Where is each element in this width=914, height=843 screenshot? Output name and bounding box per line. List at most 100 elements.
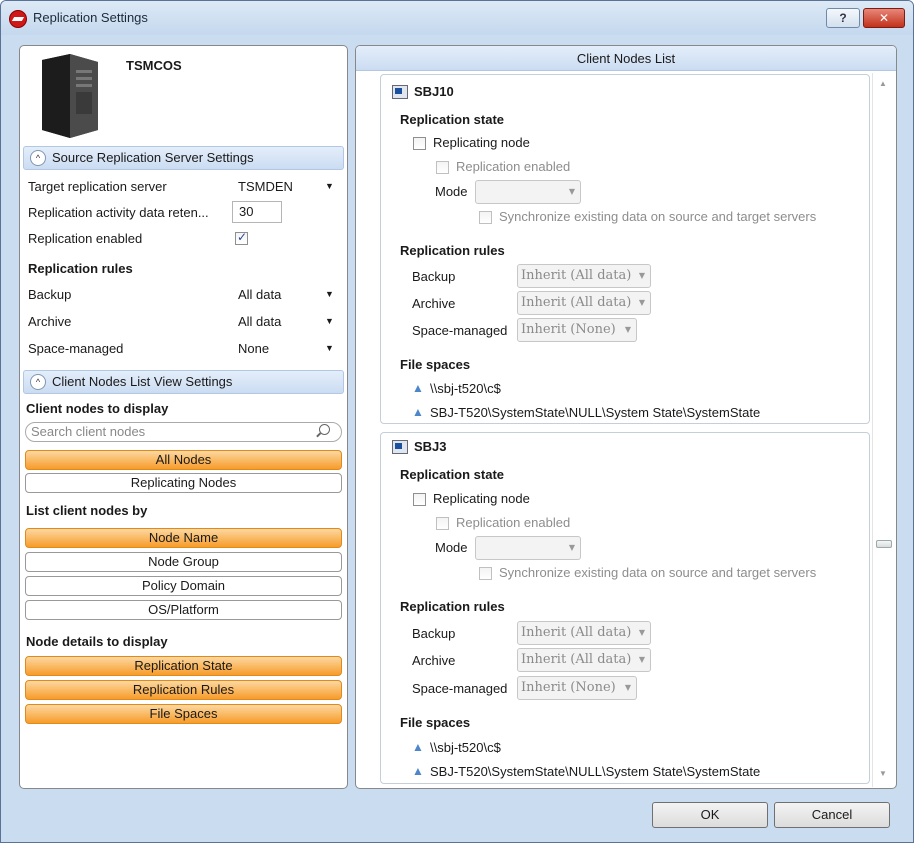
node-group-button[interactable]: Node Group	[25, 552, 342, 572]
replication-rules-heading: Replication rules	[400, 599, 505, 614]
chevron-down-icon: ▼	[638, 271, 645, 280]
file-space-item[interactable]: SBJ-T520\SystemState\NULL\System State\S…	[430, 405, 760, 420]
list-by-heading: List client nodes by	[26, 503, 148, 518]
server-icon	[42, 54, 98, 138]
backup-value: Inherit (All data)	[521, 268, 632, 283]
backup-label: Backup	[28, 287, 72, 302]
replication-state-heading: Replication state	[400, 112, 505, 127]
replication-rules-heading: Replication rules	[400, 243, 505, 258]
replication-enabled-checkbox[interactable]	[436, 517, 449, 530]
synchronize-label: Synchronize existing data on source and …	[499, 209, 817, 224]
replication-state-heading: Replication state	[400, 467, 505, 482]
source-settings-header[interactable]: ^ Source Replication Server Settings	[23, 146, 344, 170]
chevron-down-icon[interactable]: ▼	[325, 289, 334, 299]
archive-value: Inherit (All data)	[521, 652, 632, 667]
os-platform-button[interactable]: OS/Platform	[25, 600, 342, 620]
synchronize-checkbox[interactable]	[479, 567, 492, 580]
archive-label: Archive	[412, 296, 456, 311]
replicating-nodes-button[interactable]: Replicating Nodes	[25, 473, 342, 493]
client-view-settings-title: Client Nodes List View Settings	[52, 374, 233, 389]
chevron-down-icon: ▼	[638, 655, 645, 664]
replication-enabled-checkbox[interactable]	[436, 161, 449, 174]
chevron-down-icon[interactable]: ▼	[325, 343, 334, 353]
help-button[interactable]: ?	[826, 8, 860, 28]
space-managed-label: Space-managed	[412, 323, 508, 338]
replication-settings-window: Replication Settings ? ✕ TSMCOS ^ Source…	[0, 0, 914, 843]
chevron-up-icon[interactable]: ^	[30, 374, 46, 390]
node-details-heading: Node details to display	[26, 634, 168, 649]
chevron-down-icon[interactable]: ▼	[325, 181, 334, 191]
chevron-up-icon[interactable]: ▲	[412, 764, 424, 778]
scroll-thumb[interactable]	[876, 540, 892, 548]
file-space-item[interactable]: \\sbj-t520\c$	[430, 740, 501, 755]
search-icon[interactable]	[319, 424, 330, 435]
computer-icon	[392, 85, 408, 99]
file-space-item[interactable]: SBJ-T520\SystemState\NULL\System State\S…	[430, 764, 760, 779]
backup-dropdown[interactable]: Inherit (All data) ▼	[517, 264, 651, 288]
space-managed-dropdown[interactable]: Inherit (None) ▼	[517, 318, 637, 342]
ok-button[interactable]: OK	[652, 802, 768, 828]
chevron-up-icon[interactable]: ▲	[412, 381, 424, 395]
target-server-value[interactable]: TSMDEN	[238, 179, 293, 194]
policy-domain-button[interactable]: Policy Domain	[25, 576, 342, 596]
replicating-node-checkbox[interactable]	[413, 493, 426, 506]
space-managed-value: Inherit (None)	[521, 322, 616, 337]
backup-value: Inherit (All data)	[521, 625, 632, 640]
replicating-node-label: Replicating node	[433, 491, 530, 506]
scroll-up-icon[interactable]: ▲	[879, 79, 887, 88]
archive-value: Inherit (All data)	[521, 295, 632, 310]
chevron-down-icon: ▼	[568, 543, 575, 552]
computer-icon	[392, 440, 408, 454]
target-server-label: Target replication server	[28, 179, 167, 194]
replication-enabled-label: Replication enabled	[456, 159, 571, 174]
app-icon	[9, 10, 27, 28]
backup-label: Backup	[412, 269, 456, 284]
all-nodes-button[interactable]: All Nodes	[25, 450, 342, 470]
retention-label: Replication activity data reten...	[28, 205, 209, 220]
archive-value[interactable]: All data	[238, 314, 281, 329]
cancel-button[interactable]: Cancel	[774, 802, 890, 828]
chevron-up-icon[interactable]: ▲	[412, 405, 424, 419]
chevron-down-icon: ▼	[638, 628, 645, 637]
replicating-node-checkbox[interactable]	[413, 137, 426, 150]
nodes-to-display-heading: Client nodes to display	[26, 401, 169, 416]
node-name-button[interactable]: Node Name	[25, 528, 342, 548]
replicating-node-label: Replicating node	[433, 135, 530, 150]
replication-enabled-checkbox[interactable]	[235, 230, 248, 245]
search-input[interactable]: Search client nodes	[25, 422, 342, 442]
close-button[interactable]: ✕	[863, 8, 905, 28]
mode-dropdown[interactable]: ▼	[475, 536, 581, 560]
source-settings-title: Source Replication Server Settings	[52, 150, 254, 165]
backup-value[interactable]: All data	[238, 287, 281, 302]
file-spaces-button[interactable]: File Spaces	[25, 704, 342, 724]
chevron-up-icon[interactable]: ^	[30, 150, 46, 166]
synchronize-checkbox[interactable]	[479, 211, 492, 224]
retention-input[interactable]: 30	[232, 201, 282, 223]
chevron-down-icon: ▼	[568, 187, 575, 196]
client-nodes-panel: Client Nodes List SBJ10 Replication stat…	[355, 45, 897, 789]
server-name: TSMCOS	[126, 58, 182, 73]
chevron-down-icon: ▼	[638, 298, 645, 307]
backup-label: Backup	[412, 626, 456, 641]
file-spaces-heading: File spaces	[400, 357, 471, 372]
chevron-down-icon[interactable]: ▼	[325, 316, 334, 326]
client-view-settings-header[interactable]: ^ Client Nodes List View Settings	[23, 370, 344, 394]
replication-rules-button[interactable]: Replication Rules	[25, 680, 342, 700]
archive-dropdown[interactable]: Inherit (All data) ▼	[517, 291, 651, 315]
replication-state-button[interactable]: Replication State	[25, 656, 342, 676]
file-space-item[interactable]: \\sbj-t520\c$	[430, 381, 501, 396]
mode-label: Mode	[435, 184, 468, 199]
mode-dropdown[interactable]: ▼	[475, 180, 581, 204]
chevron-up-icon[interactable]: ▲	[412, 740, 424, 754]
vertical-scrollbar[interactable]: ▲ ▼	[872, 73, 894, 787]
archive-dropdown[interactable]: Inherit (All data) ▼	[517, 648, 651, 672]
left-settings-panel: TSMCOS ^ Source Replication Server Setti…	[19, 45, 348, 789]
backup-dropdown[interactable]: Inherit (All data) ▼	[517, 621, 651, 645]
space-managed-value[interactable]: None	[238, 341, 269, 356]
node-card-sbj3: SBJ3 Replication state Replicating node …	[380, 432, 870, 784]
scroll-down-icon[interactable]: ▼	[879, 769, 887, 778]
synchronize-label: Synchronize existing data on source and …	[499, 565, 817, 580]
node-card-sbj10: SBJ10 Replication state Replicating node…	[380, 74, 870, 424]
space-managed-dropdown[interactable]: Inherit (None) ▼	[517, 676, 637, 700]
chevron-down-icon: ▼	[624, 683, 631, 692]
